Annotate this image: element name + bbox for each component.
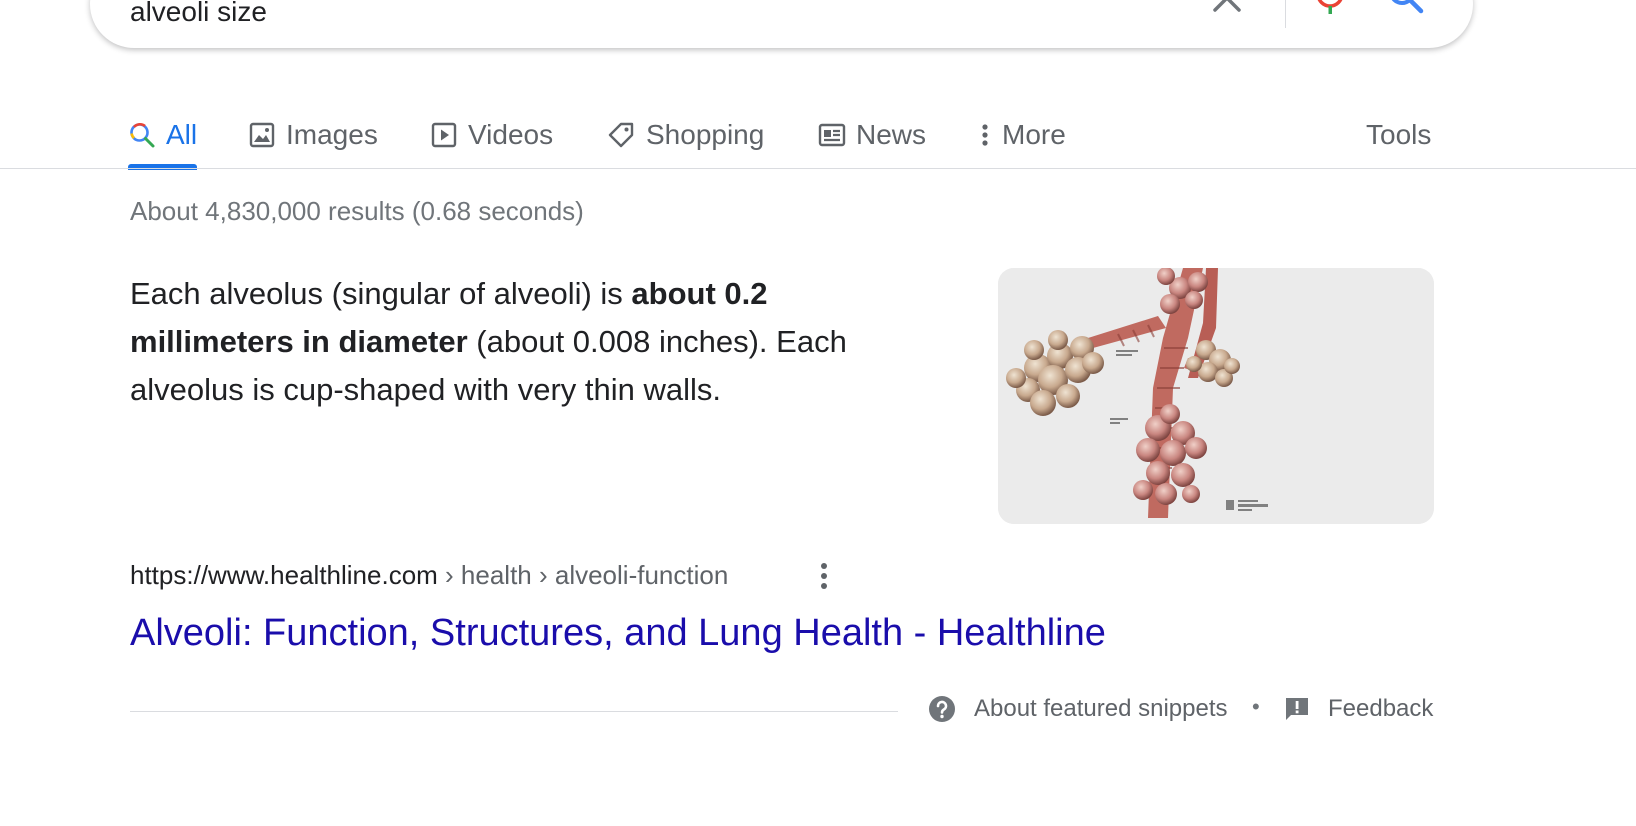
tools-button[interactable]: Tools bbox=[1366, 100, 1431, 170]
tab-label: Shopping bbox=[646, 119, 765, 150]
tab-all[interactable]: All bbox=[128, 100, 198, 170]
featured-snippet-text: Each alveolus (singular of alveoli) is a… bbox=[130, 270, 900, 414]
search-tabs: All Images Videos Shopping News More Too… bbox=[0, 100, 1636, 170]
tab-label: Videos bbox=[468, 119, 554, 150]
search-bar-divider bbox=[1285, 0, 1286, 28]
tab-label: Images bbox=[286, 119, 378, 150]
close-icon[interactable] bbox=[1207, 0, 1247, 18]
snippet-text-start: Each alveolus (singular of alveoli) is bbox=[130, 276, 632, 311]
video-icon bbox=[431, 122, 457, 148]
result-url[interactable]: https://www.healthline.com › health › al… bbox=[130, 560, 728, 591]
tag-icon bbox=[608, 122, 634, 148]
tab-videos[interactable]: Videos bbox=[430, 100, 553, 170]
more-vert-icon[interactable] bbox=[812, 558, 836, 594]
alveoli-illustration-image[interactable] bbox=[998, 268, 1434, 524]
tab-news[interactable]: News bbox=[818, 100, 926, 170]
search-bar[interactable]: alveoli size bbox=[90, 0, 1473, 48]
feedback-icon bbox=[1286, 698, 1308, 720]
tab-label: All bbox=[166, 119, 198, 150]
image-icon bbox=[249, 122, 275, 148]
feedback-label: Feedback bbox=[1328, 695, 1434, 722]
help-icon bbox=[929, 696, 955, 722]
result-breadcrumbs: › health › alveoli-function bbox=[437, 560, 729, 590]
tab-more[interactable]: More bbox=[978, 100, 1066, 170]
tab-shopping[interactable]: Shopping bbox=[606, 100, 764, 170]
tabs-divider bbox=[0, 168, 1636, 169]
search-input[interactable]: alveoli size bbox=[130, 0, 267, 28]
footer-separator: • bbox=[1252, 694, 1260, 719]
about-featured-snippets-link[interactable]: About featured snippets bbox=[928, 695, 1228, 723]
result-stats: About 4,830,000 results (0.68 seconds) bbox=[130, 196, 584, 226]
tab-images[interactable]: Images bbox=[248, 100, 378, 170]
microphone-icon[interactable] bbox=[1313, 0, 1347, 20]
tab-label: More bbox=[1002, 119, 1066, 150]
search-icon bbox=[130, 122, 155, 148]
result-domain: https://www.healthline.com bbox=[130, 560, 438, 590]
tools-label: Tools bbox=[1366, 119, 1432, 150]
newspaper-icon bbox=[818, 123, 846, 147]
more-vert-icon bbox=[982, 124, 988, 146]
result-title-link[interactable]: Alveoli: Function, Structures, and Lung … bbox=[130, 612, 1106, 655]
feedback-link[interactable]: Feedback bbox=[1284, 695, 1433, 723]
about-snippets-label: About featured snippets bbox=[974, 695, 1228, 722]
search-icon[interactable] bbox=[1386, 0, 1426, 16]
snippet-footer-divider bbox=[130, 711, 898, 712]
tab-label: News bbox=[856, 119, 927, 150]
